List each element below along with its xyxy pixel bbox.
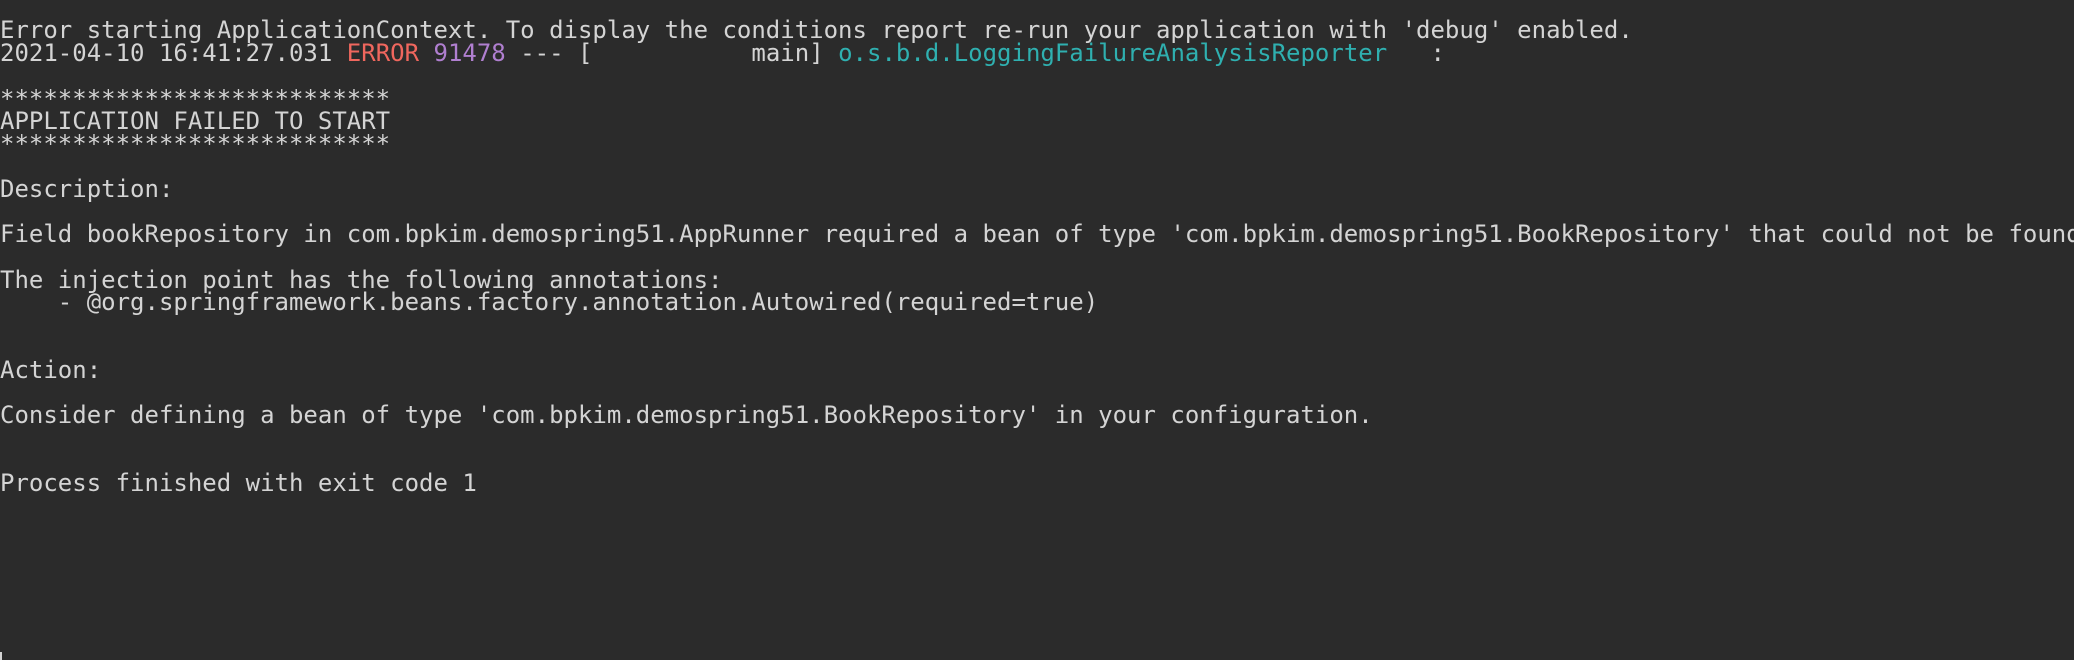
process-finished-line: Process finished with exit code 1 [0, 469, 477, 497]
action-label: Action: [0, 356, 102, 384]
log-logger-name[interactable]: o.s.b.d.LoggingFailureAnalysisReporter [838, 39, 1387, 67]
log-separator: --- [520, 39, 564, 67]
action-text: Consider defining a bean of type 'com.bp… [0, 401, 1373, 429]
log-level: ERROR [346, 39, 420, 67]
description-text: Field bookRepository in com.bpkim.demosp… [0, 220, 2074, 248]
injection-item: - @org.springframework.beans.factory.ann… [0, 288, 1099, 316]
log-colon: : [1430, 39, 1445, 67]
stars-bottom: *************************** [0, 130, 391, 158]
log-thread: [ main] [578, 39, 824, 67]
log-entry-line: 2021-04-10 16:41:27.031 ERROR 91478 --- … [0, 38, 1445, 68]
text-caret [0, 652, 2, 660]
description-label: Description: [0, 175, 174, 203]
log-timestamp: 2021-04-10 16:41:27.031 [0, 39, 333, 67]
log-pid: 91478 [433, 39, 506, 67]
console-output[interactable]: Error starting ApplicationContext. To di… [0, 0, 2074, 660]
